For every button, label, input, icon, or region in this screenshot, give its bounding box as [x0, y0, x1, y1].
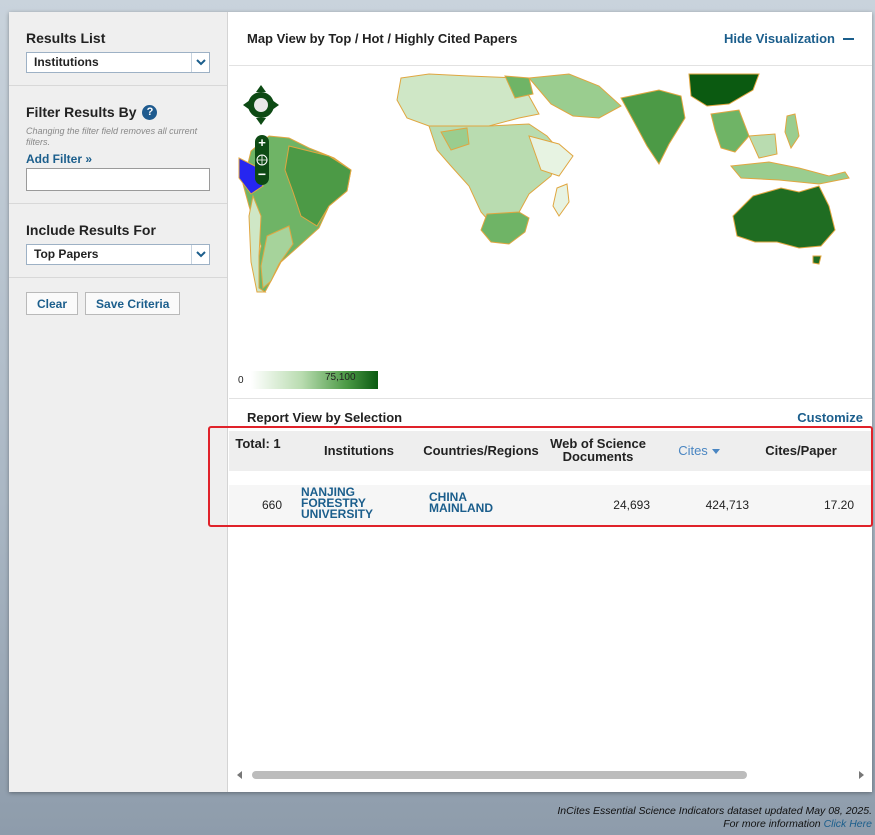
footer: InCites Essential Science Indicators dat… — [557, 805, 872, 831]
legend-min-label: 0 — [238, 374, 244, 386]
map-region-china — [688, 73, 760, 107]
question-icon[interactable]: ? — [142, 104, 158, 120]
row-documents: 24,693 — [613, 498, 650, 512]
save-criteria-button[interactable]: Save Criteria — [85, 292, 181, 315]
main-panel: Map View by Top / Hot / Highly Cited Pap… — [229, 12, 872, 792]
scrollbar-thumb[interactable] — [252, 771, 747, 779]
minus-icon — [843, 37, 854, 40]
sidebar: Results List Institutions Filter Results… — [9, 12, 228, 792]
legend-max-label: 75,100 — [324, 372, 356, 383]
customize-link[interactable]: Customize — [797, 410, 863, 425]
svg-text:+: + — [258, 135, 266, 150]
footer-more-info: For more information Click Here — [557, 818, 872, 831]
row-country-link[interactable]: CHINA MAINLAND — [429, 491, 519, 514]
column-wos-documents[interactable]: Web of Science Documents — [547, 437, 649, 463]
clear-button[interactable]: Clear — [26, 292, 79, 315]
scroll-right-icon[interactable] — [859, 771, 864, 779]
table-row: 660 NANJING FORESTRY UNIVERSITY CHINA MA… — [229, 485, 872, 525]
row-cites-per-paper: 17.20 — [823, 498, 854, 512]
report-header: Report View by Selection Customize — [229, 399, 872, 427]
include-value: Top Papers — [34, 247, 99, 261]
filter-title: Filter Results By — [26, 104, 137, 120]
map-region-madagascar — [552, 183, 570, 217]
row-cites: 424,713 — [705, 498, 749, 512]
map-region-australia — [732, 185, 836, 249]
svg-text:−: − — [258, 166, 266, 182]
map-region-india — [620, 89, 686, 165]
scroll-left-icon[interactable] — [237, 771, 242, 779]
map-legend: 0 75,100 — [238, 371, 378, 389]
map-region-southeast-asia — [710, 109, 750, 153]
footer-dataset-note: InCites Essential Science Indicators dat… — [557, 805, 872, 817]
zoom-control[interactable]: + − — [255, 135, 269, 185]
filter-section: Filter Results By ? Changing the filter … — [9, 86, 227, 204]
pan-control[interactable] — [243, 85, 279, 125]
map-navigation-control[interactable]: + − — [243, 81, 279, 186]
map-region-indonesia — [730, 161, 850, 185]
column-cites[interactable]: Cites — [659, 444, 739, 457]
chevron-down-icon[interactable] — [191, 53, 209, 72]
horizontal-scrollbar[interactable] — [229, 767, 872, 783]
row-institution-link[interactable]: NANJING FORESTRY UNIVERSITY — [301, 486, 397, 520]
legend-color-scale: 75,100 — [250, 371, 378, 389]
results-list-value: Institutions — [34, 55, 99, 69]
include-section: Include Results For Top Papers — [9, 204, 227, 278]
app-window: Results List Institutions Filter Results… — [9, 12, 872, 792]
include-title: Include Results For — [26, 222, 156, 238]
results-list-select[interactable]: Institutions — [26, 52, 210, 73]
map-view[interactable]: + − 0 75,100 — [229, 66, 872, 399]
filter-input[interactable] — [26, 168, 210, 191]
map-header: Map View by Top / Hot / Highly Cited Pap… — [229, 12, 872, 66]
sort-desc-icon — [711, 449, 720, 455]
map-region-philippines — [784, 113, 800, 150]
filter-hint: Changing the filter field removes all cu… — [26, 126, 198, 147]
column-institutions[interactable]: Institutions — [307, 444, 411, 457]
hide-visualization-link[interactable]: Hide Visualization — [724, 31, 854, 46]
world-map[interactable] — [229, 66, 872, 399]
sidebar-actions: Clear Save Criteria — [9, 278, 227, 329]
map-region-middle-east — [528, 73, 622, 119]
map-region-borneo — [748, 133, 778, 159]
column-total: Total: 1 — [235, 436, 281, 451]
add-filter-link[interactable]: Add Filter » — [26, 152, 210, 166]
row-rank: 660 — [261, 498, 282, 512]
include-select[interactable]: Top Papers — [26, 244, 210, 265]
map-region-southern-africa — [480, 211, 530, 245]
results-list-title: Results List — [26, 30, 106, 46]
column-countries[interactable]: Countries/Regions — [419, 444, 543, 457]
chevron-down-icon[interactable] — [191, 245, 209, 264]
column-cites-per-paper[interactable]: Cites/Paper — [759, 444, 843, 457]
hide-visualization-label: Hide Visualization — [723, 31, 835, 46]
click-here-link[interactable]: Click Here — [824, 818, 872, 830]
map-title: Map View by Top / Hot / Highly Cited Pap… — [247, 31, 518, 46]
results-table: Total: 1 Institutions Countries/Regions … — [229, 431, 872, 525]
footer-more-info-text: For more information — [723, 818, 824, 830]
column-cites-label: Cites — [678, 443, 708, 458]
results-list-section: Results List Institutions — [9, 12, 227, 86]
report-title: Report View by Selection — [247, 409, 403, 425]
map-region-tasmania — [812, 255, 822, 265]
table-header: Total: 1 Institutions Countries/Regions … — [229, 431, 872, 471]
